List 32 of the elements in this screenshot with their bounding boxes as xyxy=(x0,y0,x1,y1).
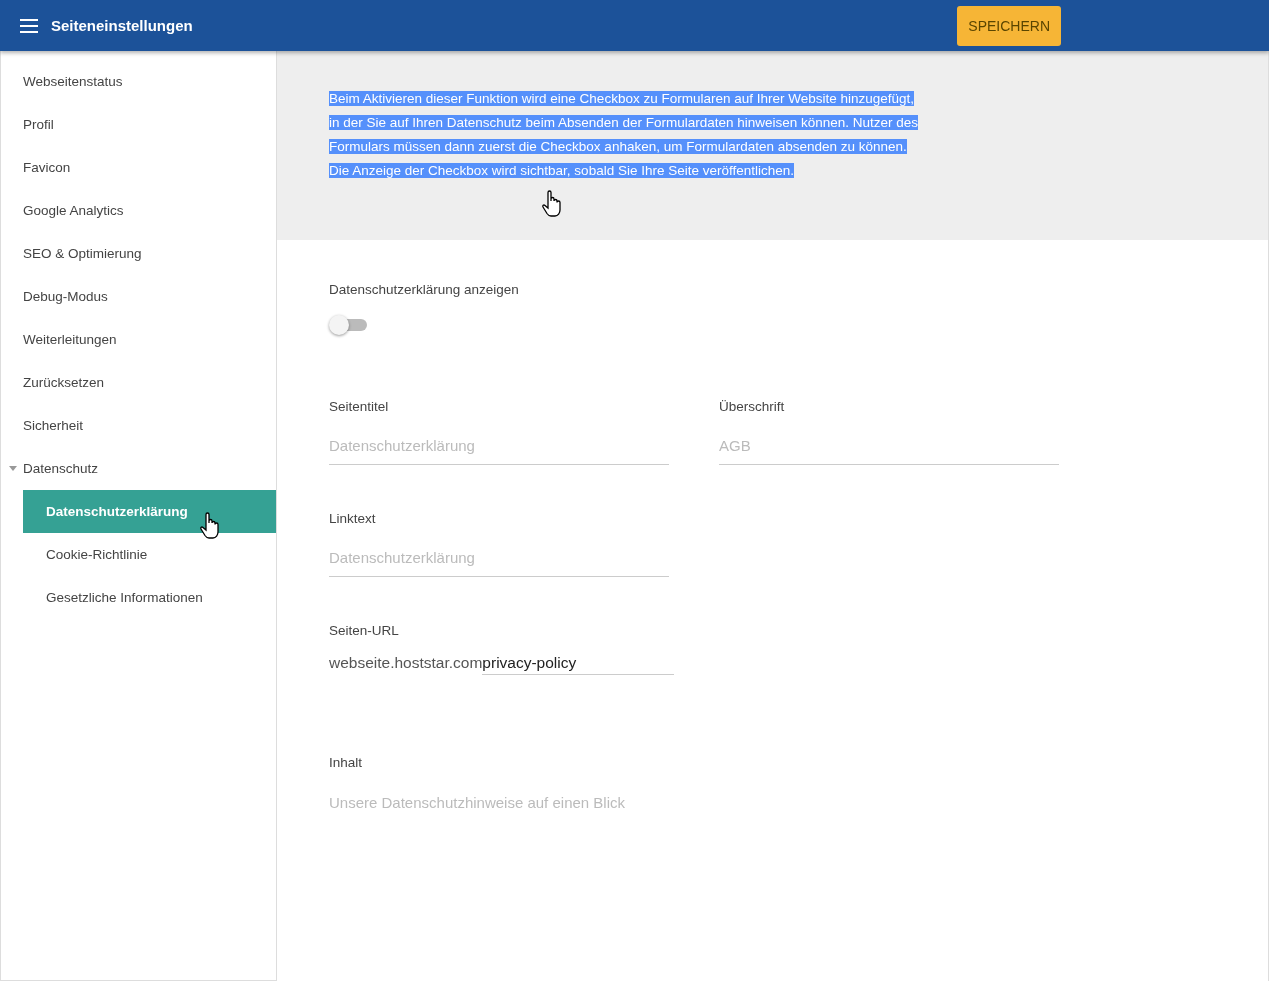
content-field[interactable]: Unsere Datenschutzhinweise auf einen Blick xyxy=(329,783,829,821)
hand-pointer-icon xyxy=(199,512,221,540)
info-text: Beim Aktivieren dieser Funktion wird eine Checkbox zu Formularen auf Ihrer Website hinzugefügt, in der Sie auf Ihren Datenschutz beim Absenden der Formulardaten hinweisen können. Nutzer des Formulars müssen dann zuerst die Checkbox anhaken, um Formulardaten absenden zu können. Die Anzeige der Checkbox wird sichtbar, sobald Sie Ihre Seite veröffentlichen. xyxy=(329,90,919,180)
field-label: Inhalt xyxy=(329,755,364,770)
sidebar-item[interactable]: Google Analytics xyxy=(1,189,276,232)
caret-icon[interactable] xyxy=(9,466,17,471)
menu-icon[interactable] xyxy=(20,18,38,33)
sidebar-item[interactable]: SEO & Optimierung xyxy=(1,232,276,275)
toggle-switch[interactable] xyxy=(329,315,369,335)
sidebar-item[interactable]: Datenschutz xyxy=(1,447,276,490)
sidebar-item[interactable]: Favicon xyxy=(1,146,276,189)
field-label: Seitentitel xyxy=(329,399,390,414)
url-slug-field[interactable]: privacy-policy xyxy=(482,651,674,675)
hand-pointer-icon xyxy=(541,190,563,218)
url-prefix: webseite.hoststar.com xyxy=(329,654,483,673)
sidebar-item[interactable]: Webseitenstatus xyxy=(1,60,276,103)
sidebar-item[interactable]: Sicherheit xyxy=(1,404,276,447)
page-title-field[interactable]: Datenschutzerklärung xyxy=(329,427,669,465)
sidebar-item[interactable]: Profil xyxy=(1,103,276,146)
sidebar-subitem[interactable]: Cookie-Richtlinie xyxy=(23,533,276,576)
page-title: Seiteneinstellungen xyxy=(51,17,193,34)
sidebar-item[interactable]: Weiterleitungen xyxy=(1,318,276,361)
sidebar-item[interactable]: Debug-Modus xyxy=(1,275,276,318)
sidebar-item[interactable]: Zurücksetzen xyxy=(1,361,276,404)
save-button[interactable]: SPEICHERN xyxy=(957,5,1061,46)
heading-field[interactable]: AGB xyxy=(719,427,1059,465)
link-text-field[interactable]: Datenschutzerklärung xyxy=(329,539,669,577)
field-label: Seiten-URL xyxy=(329,623,400,638)
field-label: Linktext xyxy=(329,511,377,526)
sidebar-subitem[interactable]: Gesetzliche Informationen xyxy=(23,576,276,619)
field-label: Überschrift xyxy=(719,399,786,414)
toggle-label: Datenschutzerklärung anzeigen xyxy=(329,282,520,297)
